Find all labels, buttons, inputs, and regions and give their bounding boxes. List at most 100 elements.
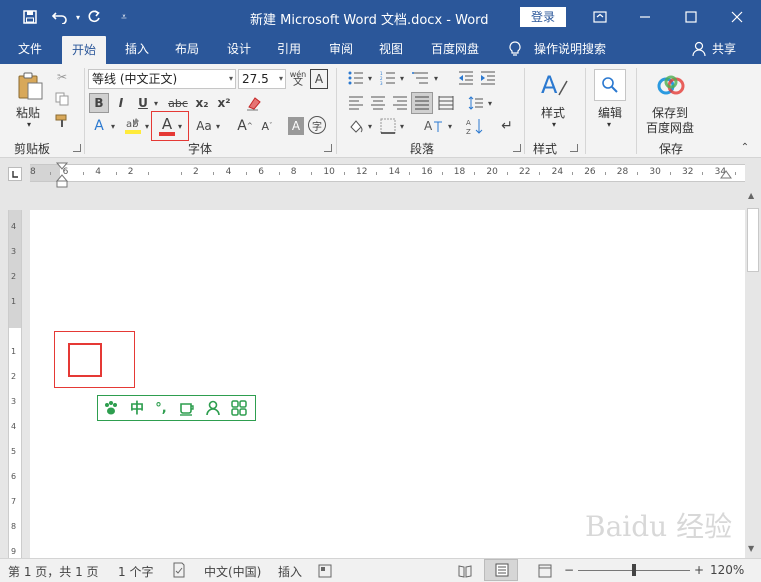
- multilevel-list-icon[interactable]: [410, 69, 432, 87]
- tab-baidu-netdisk[interactable]: 百度网盘: [421, 34, 489, 64]
- share-button[interactable]: 共享: [702, 34, 746, 64]
- ime-toolbar[interactable]: 中 °,: [97, 395, 256, 421]
- red-square-shape[interactable]: [68, 343, 102, 377]
- tell-me-search[interactable]: 操作说明搜索: [524, 34, 616, 64]
- editing-button-label[interactable]: 编辑: [598, 104, 622, 121]
- text-effects-dropdown-icon[interactable]: ▾: [108, 116, 118, 136]
- right-indent-marker-icon[interactable]: [720, 170, 732, 184]
- undo-icon[interactable]: [50, 7, 70, 27]
- highlight-dropdown-icon[interactable]: ▾: [143, 116, 151, 136]
- minimize-icon[interactable]: [622, 0, 668, 34]
- chinese-layout-icon[interactable]: A: [422, 116, 446, 136]
- save-to-line2[interactable]: 百度网盘: [646, 119, 694, 136]
- line-spacing-dropdown-icon[interactable]: ▾: [486, 93, 494, 113]
- scroll-down-icon[interactable]: ▼: [748, 544, 754, 553]
- text-effects-icon[interactable]: A: [89, 116, 109, 136]
- align-left-icon[interactable]: [346, 93, 366, 113]
- print-layout-button[interactable]: [484, 559, 518, 581]
- close-icon[interactable]: [714, 0, 760, 34]
- format-painter-icon[interactable]: [52, 112, 72, 130]
- decrease-indent-icon[interactable]: [456, 69, 476, 87]
- baidu-netdisk-icon[interactable]: [656, 74, 686, 98]
- clipboard-paste-icon[interactable]: [14, 70, 48, 102]
- grow-font-button[interactable]: A ^: [236, 116, 254, 136]
- increase-indent-icon[interactable]: [478, 69, 498, 87]
- underline-button[interactable]: U: [134, 93, 152, 113]
- macro-recording-icon[interactable]: [318, 564, 332, 581]
- copy-icon[interactable]: [52, 90, 72, 108]
- user-icon[interactable]: [204, 399, 222, 417]
- paragraph-launcher-icon[interactable]: [513, 144, 521, 152]
- phonetic-guide-button[interactable]: wén 文: [288, 69, 308, 89]
- change-case-button[interactable]: Aa: [192, 116, 216, 136]
- italic-button[interactable]: I: [112, 93, 130, 113]
- highlight-icon[interactable]: ab: [122, 114, 144, 136]
- proofing-icon[interactable]: [172, 562, 186, 581]
- superscript-button[interactable]: x²: [214, 93, 234, 113]
- zoom-out-button[interactable]: −: [564, 563, 574, 577]
- vertical-scrollbar[interactable]: ▲ ▼: [745, 188, 761, 558]
- shading-icon[interactable]: [346, 116, 366, 136]
- web-layout-icon[interactable]: [538, 564, 552, 581]
- login-button[interactable]: 登录: [520, 7, 566, 27]
- bold-button[interactable]: B: [89, 93, 109, 113]
- paste-label[interactable]: 粘贴: [16, 104, 40, 121]
- subscript-button[interactable]: x₂: [192, 93, 212, 113]
- line-spacing-icon[interactable]: [466, 93, 486, 113]
- font-color-button[interactable]: A ▾: [151, 111, 189, 141]
- clipboard-launcher-icon[interactable]: [73, 144, 81, 152]
- shrink-font-button[interactable]: Aˇ: [258, 116, 276, 136]
- tab-references[interactable]: 引用: [267, 34, 311, 64]
- multilevel-dropdown-icon[interactable]: ▾: [432, 69, 440, 87]
- justify-icon[interactable]: [411, 92, 433, 114]
- paw-icon[interactable]: [102, 399, 120, 417]
- shading-dropdown-icon[interactable]: ▾: [366, 116, 374, 136]
- scroll-up-icon[interactable]: ▲: [748, 191, 754, 200]
- bullets-icon[interactable]: [346, 69, 366, 87]
- cup-icon[interactable]: [178, 399, 196, 417]
- indent-marker-icon[interactable]: [55, 162, 69, 188]
- numbering-icon[interactable]: 123: [378, 69, 398, 87]
- find-search-icon[interactable]: [594, 69, 626, 101]
- redo-icon[interactable]: [84, 7, 104, 27]
- ribbon-display-icon[interactable]: [577, 0, 623, 34]
- font-size-combo[interactable]: 27.5 ▾: [238, 69, 286, 89]
- borders-icon[interactable]: [378, 116, 398, 136]
- language-status[interactable]: 中文(中国): [204, 563, 261, 580]
- styles-launcher-icon[interactable]: [570, 144, 578, 152]
- chinese-layout-dropdown-icon[interactable]: ▾: [446, 116, 454, 136]
- tab-review[interactable]: 审阅: [319, 34, 363, 64]
- cut-icon[interactable]: ✂: [52, 68, 72, 86]
- tab-view[interactable]: 视图: [369, 34, 413, 64]
- tab-file[interactable]: 文件: [8, 34, 52, 64]
- save-icon[interactable]: [20, 7, 40, 27]
- tab-layout[interactable]: 布局: [165, 34, 209, 64]
- show-marks-icon[interactable]: ↵: [498, 116, 516, 136]
- enclose-char-button[interactable]: 字: [308, 116, 326, 134]
- styles-button-label[interactable]: 样式: [541, 104, 565, 121]
- document-area[interactable]: [30, 188, 745, 558]
- page-count[interactable]: 第 1 页，共 1 页: [8, 563, 99, 580]
- char-border-button[interactable]: A: [310, 69, 328, 89]
- styles-dropdown-icon[interactable]: ▾: [552, 120, 556, 129]
- styles-icon[interactable]: A: [538, 70, 570, 102]
- maximize-icon[interactable]: [668, 0, 714, 34]
- strikethrough-button[interactable]: abc: [166, 93, 190, 113]
- font-launcher-icon[interactable]: [324, 144, 332, 152]
- read-mode-icon[interactable]: [458, 564, 472, 581]
- zoom-slider-thumb[interactable]: [632, 564, 636, 576]
- clear-formatting-icon[interactable]: [244, 93, 264, 113]
- editing-dropdown-icon[interactable]: ▾: [607, 120, 611, 129]
- tab-home[interactable]: 开始: [62, 36, 107, 64]
- zoom-level[interactable]: 120%: [710, 563, 744, 577]
- tab-design[interactable]: 设计: [217, 34, 261, 64]
- chinese-mode-icon[interactable]: 中: [128, 399, 146, 417]
- tab-selector-icon[interactable]: [8, 167, 22, 181]
- font-name-combo[interactable]: 等线 (中文正文) ▾: [88, 69, 236, 89]
- vertical-ruler[interactable]: 432112345678910: [8, 210, 22, 558]
- numbering-dropdown-icon[interactable]: ▾: [398, 69, 406, 87]
- customize-icon[interactable]: ⩡: [114, 7, 134, 27]
- word-count[interactable]: 1 个字: [118, 563, 153, 580]
- scrollbar-thumb[interactable]: [747, 208, 759, 272]
- distributed-icon[interactable]: [436, 93, 456, 113]
